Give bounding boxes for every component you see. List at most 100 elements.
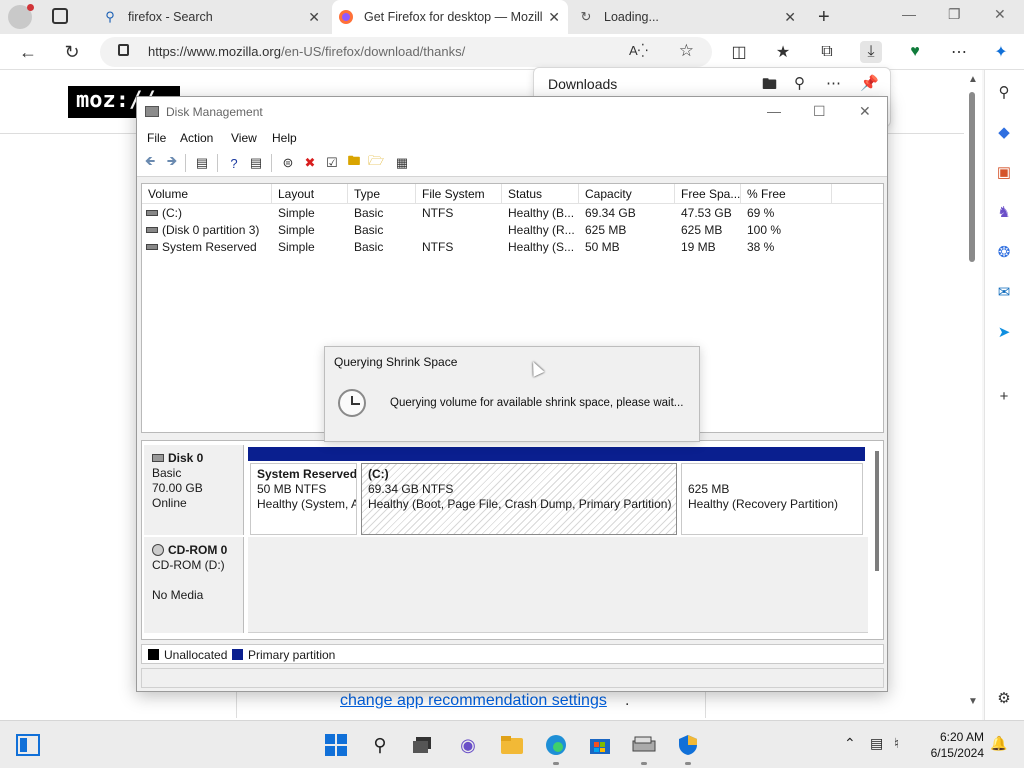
volume-row[interactable]: System Reserved Simple Basic NTFS Health…	[142, 238, 883, 255]
menu-help[interactable]: Help	[272, 131, 297, 145]
close-tab-icon[interactable]: ✕	[548, 9, 560, 26]
edge-browser-icon[interactable]	[544, 733, 568, 765]
search-icon[interactable]: ⚲	[994, 82, 1014, 102]
back-icon[interactable]: 🡸	[141, 153, 159, 172]
favorite-star-icon[interactable]: ☆	[679, 41, 694, 61]
shopping-tag-icon[interactable]: ◆	[994, 122, 1014, 142]
clock-date: 6/15/2024	[930, 746, 984, 760]
volume-muted-icon[interactable]: ♮	[894, 735, 899, 752]
address-bar[interactable]: https://www.mozilla.org/en-US/firefox/do…	[100, 37, 712, 67]
url-text[interactable]: https://www.mozilla.org/en-US/firefox/do…	[148, 44, 465, 59]
notifications-icon[interactable]: 🔔	[990, 735, 1007, 752]
new-tab-icon[interactable]: +	[818, 6, 830, 29]
rescan-disks-icon[interactable]: ▦	[393, 154, 411, 172]
favorites-icon[interactable]: ★	[772, 41, 794, 63]
menu-action[interactable]: Action	[180, 131, 213, 145]
app-recommendation-link[interactable]: change app recommendation settings	[340, 692, 607, 710]
delete-icon[interactable]: ✖	[301, 154, 319, 172]
microsoft-store-icon[interactable]	[588, 733, 612, 757]
add-sidebar-app-icon[interactable]: +	[994, 386, 1014, 406]
browser-essentials-icon[interactable]: ♥	[904, 41, 926, 63]
more-options-icon[interactable]: ⋯	[948, 41, 970, 63]
disk-view-scrollbar[interactable]	[875, 451, 879, 571]
collections-icon[interactable]: ⧉	[816, 41, 838, 63]
system-clock[interactable]: 6:20 AM 6/15/2024	[922, 729, 984, 761]
cdrom-label[interactable]: CD-ROM 0 CD-ROM (D:) No Media	[144, 537, 244, 633]
disk0-label[interactable]: Disk 0 Basic 70.00 GB Online	[144, 445, 244, 535]
close-window-icon[interactable]: ✕	[994, 6, 1006, 23]
column-volume[interactable]: Volume	[142, 184, 272, 204]
partition-c-drive[interactable]: (C:) 69.34 GB NTFS Healthy (Boot, Page F…	[359, 447, 679, 535]
volume-label: System Reserved	[162, 240, 257, 254]
drop-icon[interactable]: ➤	[994, 322, 1014, 342]
tab-get-firefox[interactable]: Get Firefox for desktop — Mozill ✕	[332, 0, 568, 34]
volume-percent: 69 %	[747, 206, 775, 220]
tab-title: Loading...	[604, 10, 659, 24]
minimize-icon[interactable]: —	[767, 103, 781, 119]
tab-loading[interactable]: ↻ Loading... ✕	[572, 0, 804, 34]
start-windows-icon[interactable]	[324, 733, 348, 757]
tab-firefox-search[interactable]: ⚲ firefox - Search ✕	[96, 0, 328, 34]
back-icon[interactable]: ←	[16, 40, 40, 64]
column-free-space[interactable]: Free Spa...	[675, 184, 741, 204]
minimize-icon[interactable]: —	[902, 6, 916, 22]
search-icon[interactable]: ⚲	[368, 733, 392, 757]
column-file-system[interactable]: File System	[416, 184, 502, 204]
lock-icon[interactable]	[118, 44, 129, 56]
partition-system-reserved[interactable]: System Reserved 50 MB NTFS Healthy (Syst…	[248, 447, 359, 535]
close-tab-icon[interactable]: ✕	[784, 9, 796, 26]
column-capacity[interactable]: Capacity	[579, 184, 675, 204]
forward-icon[interactable]: 🡺	[163, 153, 181, 172]
show-hidden-icons-chevron-icon[interactable]: ⌃	[844, 735, 856, 752]
querying-shrink-space-dialog[interactable]: Querying Shrink Space Querying volume fo…	[324, 346, 700, 442]
column-percent-free[interactable]: % Free	[741, 184, 832, 204]
maximize-icon[interactable]: ☐	[813, 103, 826, 120]
pin-icon[interactable]: 📌	[860, 74, 879, 92]
close-window-icon[interactable]: ✕	[859, 103, 871, 120]
close-tab-icon[interactable]: ✕	[308, 9, 320, 26]
microsoft-365-icon[interactable]: ❂	[994, 242, 1014, 262]
menu-view[interactable]: View	[231, 131, 257, 145]
column-type[interactable]: Type	[348, 184, 416, 204]
help-icon[interactable]: ?	[225, 154, 243, 172]
disk-management-taskbar-icon[interactable]	[632, 733, 656, 765]
folder-up-icon[interactable]: 🖿	[345, 153, 363, 172]
task-view-icon[interactable]	[410, 733, 434, 757]
settings-gear-icon[interactable]: ⚙	[994, 688, 1014, 708]
file-explorer-icon[interactable]	[500, 733, 524, 757]
cdrom-area[interactable]	[248, 537, 868, 633]
partition-recovery[interactable]: 625 MB Healthy (Recovery Partition)	[679, 447, 865, 535]
window-title-bar[interactable]: Disk Management — ☐ ✕	[137, 97, 887, 127]
properties-icon[interactable]: ▤	[247, 154, 265, 172]
volume-row[interactable]: (Disk 0 partition 3) Simple Basic Health…	[142, 221, 883, 238]
volume-row[interactable]: (C:) Simple Basic NTFS Healthy (B... 69.…	[142, 204, 883, 221]
restore-icon[interactable]: ❐	[948, 6, 961, 23]
split-screen-icon[interactable]: ◫	[728, 41, 750, 63]
show-hide-console-tree-icon[interactable]: ▤	[193, 154, 211, 172]
scroll-down-icon[interactable]: ▼	[968, 696, 978, 707]
connect-icon[interactable]: ⊜	[279, 154, 297, 172]
more-options-icon[interactable]: ⋯	[826, 74, 841, 92]
refresh-icon[interactable]: ↻	[60, 40, 84, 64]
tab-actions-icon[interactable]	[52, 8, 68, 24]
outlook-icon[interactable]: ✉	[994, 282, 1014, 302]
tools-briefcase-icon[interactable]: ▣	[994, 162, 1014, 182]
copilot-icon[interactable]: ✦	[990, 41, 1012, 63]
network-icon[interactable]: ▤	[870, 735, 883, 752]
scroll-thumb[interactable]	[969, 92, 975, 262]
column-layout[interactable]: Layout	[272, 184, 348, 204]
widgets-icon[interactable]	[16, 733, 40, 757]
read-aloud-icon[interactable]: A⁛	[629, 43, 648, 59]
scroll-up-icon[interactable]: ▲	[968, 74, 978, 85]
column-status[interactable]: Status	[502, 184, 579, 204]
search-downloads-icon[interactable]: ⚲	[794, 74, 805, 92]
profile-avatar[interactable]	[8, 4, 34, 29]
page-scrollbar[interactable]: ▲ ▼	[964, 70, 982, 720]
downloads-icon[interactable]: ⤓	[860, 41, 882, 63]
games-icon[interactable]: ♞	[994, 202, 1014, 222]
check-icon[interactable]: ☑	[323, 154, 341, 172]
menu-file[interactable]: File	[147, 131, 166, 145]
windows-security-icon[interactable]	[676, 733, 700, 765]
chat-icon[interactable]: ◉	[456, 733, 480, 757]
folder-search-icon[interactable]: 🗁	[367, 153, 385, 172]
